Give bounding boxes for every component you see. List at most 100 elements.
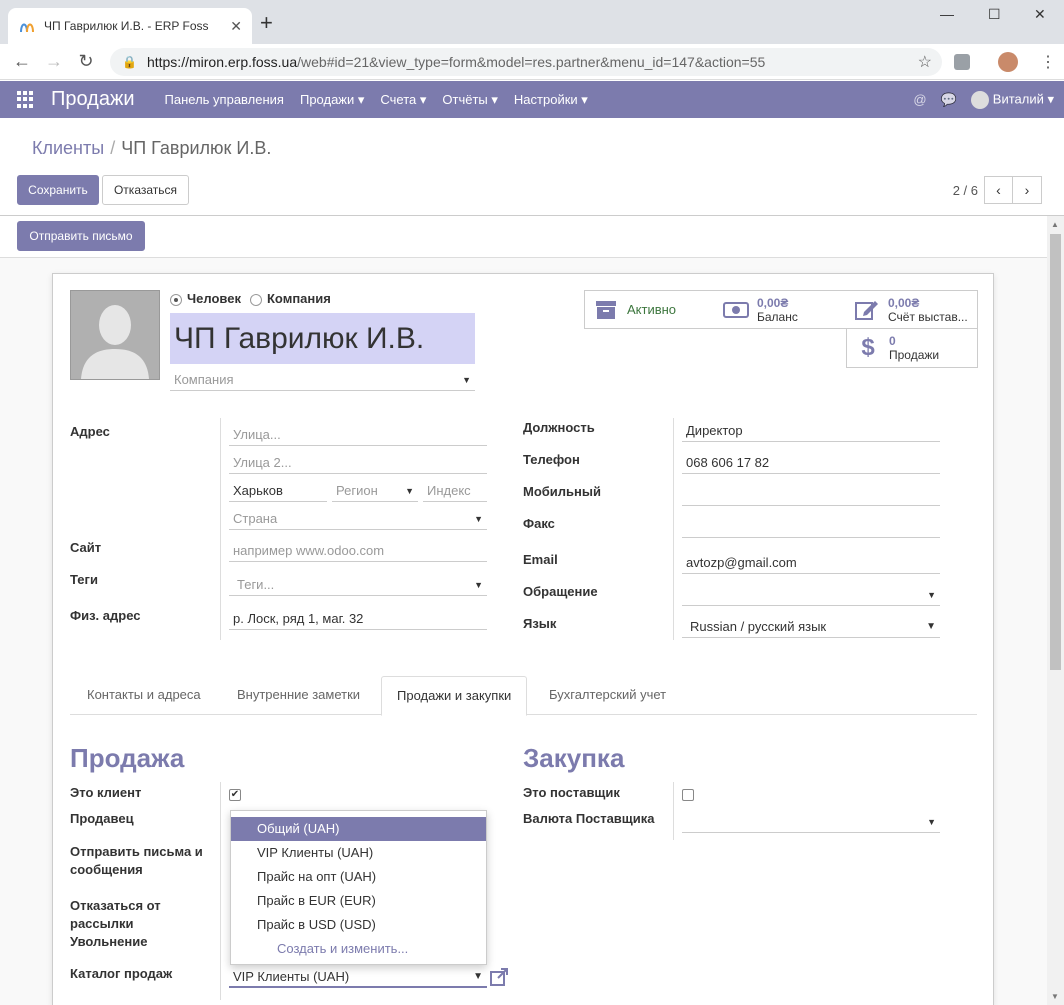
- dropdown-caret-icon: ▼: [927, 817, 936, 827]
- type-person-radio[interactable]: Человек: [170, 291, 241, 306]
- bookmark-star-icon[interactable]: ☆: [918, 52, 932, 72]
- fax-input[interactable]: [682, 516, 940, 538]
- tab-accounting[interactable]: Бухгалтерский учет: [534, 676, 681, 715]
- website-label: Сайт: [70, 540, 102, 555]
- breadcrumb-separator: /: [110, 138, 116, 158]
- profile-avatar[interactable]: [998, 52, 1018, 72]
- is-customer-label: Это клиент: [70, 785, 142, 800]
- country-select[interactable]: Страна ▼: [229, 508, 487, 530]
- is-customer-checkbox[interactable]: ✔: [229, 789, 241, 801]
- mobile-input[interactable]: [682, 484, 940, 506]
- edit-icon: [852, 299, 882, 321]
- invoiced-value: 0,00₴: [888, 295, 920, 310]
- external-link-icon[interactable]: [489, 967, 509, 987]
- maximize-icon[interactable]: ☐: [988, 6, 1001, 23]
- address-bar[interactable]: 🔒 https://miron.erp.foss.ua /web#id=21&v…: [110, 48, 942, 76]
- tab-contacts[interactable]: Контакты и адреса: [72, 676, 216, 715]
- purchase-heading: Закупка: [523, 743, 625, 773]
- browser-tab[interactable]: ЧП Гаврилюк И.В. - ERP Foss ✕: [8, 8, 252, 44]
- create-and-edit-link[interactable]: Создать и изменить...: [277, 941, 408, 956]
- invoiced-button[interactable]: 0,00₴ Счёт выстав...: [846, 290, 978, 329]
- zip-input[interactable]: Индекс: [423, 480, 487, 502]
- balance-button[interactable]: 0,00₴ Баланс: [715, 290, 847, 329]
- mentions-icon[interactable]: @: [913, 92, 926, 107]
- back-icon[interactable]: ←: [6, 51, 38, 72]
- company-select[interactable]: Компания ▼: [170, 369, 475, 391]
- reload-icon[interactable]: ↻: [70, 51, 102, 72]
- send-mail-button[interactable]: Отправить письмо: [17, 221, 145, 251]
- pricelist-option[interactable]: Общий (UAH): [231, 817, 486, 841]
- chat-icon[interactable]: 💬: [941, 92, 957, 108]
- sales-count-label: Продажи: [889, 348, 940, 362]
- breadcrumb: Клиенты / ЧП Гаврилюк И.В.: [32, 138, 271, 159]
- menu-sales[interactable]: Продажи ▾: [300, 92, 364, 108]
- website-input[interactable]: например www.odoo.com: [229, 540, 487, 562]
- partner-name-input[interactable]: ЧП Гаврилюк И.В.: [170, 313, 475, 364]
- discard-button[interactable]: Отказаться: [102, 175, 189, 205]
- user-name: Виталий ▾: [992, 90, 1054, 106]
- person-silhouette-icon: [81, 305, 149, 379]
- menu-reports[interactable]: Отчёты ▾: [442, 92, 498, 108]
- new-tab-icon[interactable]: +: [260, 12, 273, 34]
- pricelist-select[interactable]: VIP Клиенты (UAH) ▼: [229, 966, 487, 988]
- user-menu[interactable]: Виталий ▾: [970, 90, 1054, 109]
- save-button[interactable]: Сохранить: [17, 175, 99, 205]
- tab-internal-notes[interactable]: Внутренние заметки: [222, 676, 375, 715]
- menu-dashboard[interactable]: Панель управления: [165, 92, 284, 107]
- region-select[interactable]: Регион ▼: [332, 480, 418, 502]
- sales-count-button[interactable]: $ 0 Продажи: [846, 328, 978, 368]
- street2-input[interactable]: Улица 2...: [229, 452, 487, 474]
- control-panel: Клиенты / ЧП Гаврилюк И.В. Сохранить Отказ…: [0, 118, 1064, 216]
- tags-input[interactable]: Теги... ▼: [229, 574, 487, 596]
- pager-previous-button[interactable]: ‹: [984, 176, 1013, 204]
- scrollbar-thumb[interactable]: [1050, 234, 1061, 670]
- pricelist-option[interactable]: Прайс в USD (USD): [231, 913, 486, 937]
- apps-grid-icon[interactable]: [17, 90, 35, 109]
- email-input[interactable]: avtozp@gmail.com: [682, 552, 940, 574]
- balance-value: 0,00₴: [757, 295, 789, 310]
- browser-menu-icon[interactable]: ⋮: [1040, 52, 1056, 72]
- supplier-currency-select[interactable]: ▼: [682, 811, 940, 833]
- breadcrumb-parent[interactable]: Клиенты: [32, 138, 104, 158]
- partner-image[interactable]: [70, 290, 160, 380]
- city-input[interactable]: Харьков: [229, 480, 327, 502]
- optout-label: Отказаться от рассылки Увольнение: [70, 898, 161, 949]
- dropdown-caret-icon: ▼: [462, 375, 471, 385]
- url-path: /web#id=21&view_type=form&model=res.part…: [297, 54, 766, 70]
- sales-heading: Продажа: [70, 743, 185, 773]
- language-select[interactable]: Russian / русский язык ▼: [682, 616, 940, 638]
- browser-tabbar: ЧП Гаврилюк И.В. - ERP Foss ✕ + — ☐ ✕: [0, 0, 1064, 44]
- window-close-icon[interactable]: ✕: [1034, 6, 1046, 23]
- dropdown-caret-icon: ▼: [927, 590, 936, 600]
- scroll-up-icon[interactable]: ▲: [1051, 220, 1059, 229]
- pricelist-option[interactable]: Прайс в EUR (EUR): [231, 889, 486, 913]
- forward-icon[interactable]: →: [38, 51, 70, 72]
- pricelist-option[interactable]: Прайс на опт (UAH): [231, 865, 486, 889]
- menu-settings[interactable]: Настройки ▾: [514, 92, 588, 108]
- street-input[interactable]: Улица...: [229, 424, 487, 446]
- salesperson-label: Продавец: [70, 811, 134, 826]
- menu-invoices[interactable]: Счета ▾: [380, 92, 426, 108]
- is-supplier-checkbox[interactable]: [682, 789, 694, 801]
- phone-input[interactable]: 068 606 17 82: [682, 452, 940, 474]
- scrollbar[interactable]: ▲ ▼: [1047, 216, 1064, 1005]
- pricelist-option[interactable]: VIP Клиенты (UAH): [231, 841, 486, 865]
- pricelist-label: Каталог продаж: [70, 966, 173, 981]
- purchase-divider: [673, 782, 674, 840]
- extension-icon[interactable]: [954, 54, 970, 70]
- pager-value: 2 / 6: [952, 182, 978, 198]
- close-tab-icon[interactable]: ✕: [230, 18, 242, 35]
- pager-next-button[interactable]: ›: [1013, 176, 1042, 204]
- left-divider: [220, 418, 221, 640]
- form-statusbar: Отправить письмо: [0, 216, 1047, 258]
- browser-toolbar: ← → ↻ 🔒 https://miron.erp.foss.ua /web#i…: [0, 44, 1064, 80]
- physical-address-input[interactable]: р. Лоск, ряд 1, маг. 32: [229, 608, 487, 630]
- position-input[interactable]: Директор: [682, 420, 940, 442]
- minimize-icon[interactable]: —: [940, 6, 954, 22]
- title-select[interactable]: ▼: [682, 584, 940, 606]
- tab-sales-purchases[interactable]: Продажи и закупки: [381, 676, 528, 716]
- type-company-radio[interactable]: Компания: [250, 291, 331, 306]
- radio-checked-icon: [170, 293, 182, 306]
- active-toggle-button[interactable]: Активно: [584, 290, 716, 329]
- scroll-down-icon[interactable]: ▼: [1051, 992, 1059, 1001]
